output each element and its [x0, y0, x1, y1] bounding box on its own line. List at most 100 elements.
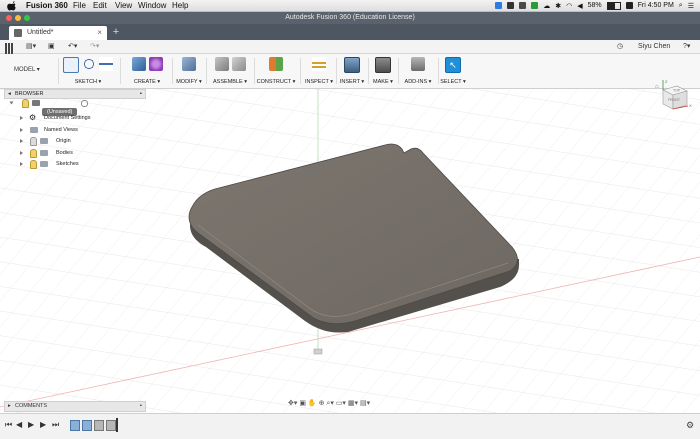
browser-item-sketches[interactable]: Sketches: [4, 159, 144, 169]
3d-print-icon[interactable]: [375, 57, 391, 73]
orbit-icon[interactable]: ✥▾: [288, 400, 297, 407]
browser-root-row[interactable]: (Unsaved): [4, 98, 144, 116]
notification-center-icon[interactable]: ☰: [688, 2, 694, 10]
close-tab-icon[interactable]: ×: [97, 26, 102, 40]
search-icon[interactable]: ⌕: [679, 2, 683, 10]
look-at-icon[interactable]: ▣: [299, 400, 306, 407]
workspace-switcher[interactable]: MODEL ▾: [14, 62, 54, 78]
play-icon[interactable]: ▶: [28, 420, 34, 429]
browser-item-origin[interactable]: Origin: [4, 136, 144, 146]
user-menu[interactable]: Siyu Chen: [638, 41, 670, 52]
document-tab[interactable]: Untitled* ×: [9, 26, 107, 40]
collapse-icon[interactable]: ◂: [8, 90, 11, 98]
grid-settings-icon[interactable]: ▦▾: [348, 400, 358, 407]
offset-plane-icon[interactable]: [269, 57, 283, 71]
timeline-sketch-feature-icon[interactable]: [70, 420, 80, 431]
pin-icon[interactable]: ▪: [140, 402, 142, 411]
data-panel-grid-icon[interactable]: [5, 43, 13, 54]
new-component-icon[interactable]: [214, 57, 229, 71]
expand-root-icon[interactable]: [9, 101, 14, 105]
visibility-bulb-icon[interactable]: [22, 99, 29, 108]
zoom-window-button[interactable]: [24, 15, 30, 21]
browser-item-document-settings[interactable]: ⚙ Document Settings: [4, 113, 144, 123]
menu-view[interactable]: View: [115, 0, 132, 11]
volume-icon[interactable]: ◀: [577, 2, 582, 10]
wifi-icon[interactable]: ◠: [566, 2, 572, 10]
viewports-icon[interactable]: ▤▾: [360, 400, 370, 407]
viewcube[interactable]: FRONT TOP Z X ⌂: [655, 78, 693, 112]
new-tab-button[interactable]: +: [110, 27, 122, 39]
pin-icon[interactable]: ▪: [140, 90, 142, 98]
joint-icon[interactable]: [231, 57, 246, 71]
add-ins-group[interactable]: ADD-INS ▾: [400, 56, 436, 86]
create-sketch-icon[interactable]: [63, 57, 79, 73]
timeline-extrude-feature-icon[interactable]: [82, 420, 92, 431]
app-status-icon[interactable]: [519, 2, 527, 9]
scripts-addins-icon[interactable]: [411, 57, 425, 71]
undo-icon[interactable]: ↶▾: [68, 41, 77, 52]
expand-icon[interactable]: [20, 151, 23, 155]
timeline-settings-gear-icon[interactable]: ⚙: [686, 420, 694, 431]
expand-icon[interactable]: [20, 139, 23, 143]
job-status-icon[interactable]: ◷: [617, 41, 623, 52]
browser-item-named-views[interactable]: Named Views: [4, 125, 144, 135]
measure-icon[interactable]: [312, 57, 326, 71]
press-pull-icon[interactable]: [182, 57, 196, 71]
menu-window[interactable]: Window: [138, 0, 166, 11]
battery-icon[interactable]: [606, 1, 621, 10]
help-icon[interactable]: ?▾: [683, 41, 690, 52]
timeline-marker[interactable]: [116, 418, 118, 432]
box-icon[interactable]: [507, 2, 515, 9]
create-group[interactable]: CREATE ▾: [124, 56, 170, 86]
zoom-window-icon[interactable]: ⌕▾: [326, 400, 333, 407]
bluetooth-icon[interactable]: ✱: [555, 2, 561, 10]
activate-radio-icon[interactable]: [81, 100, 88, 107]
line-icon[interactable]: [99, 57, 113, 71]
select-group[interactable]: ↖ SELECT ▾: [440, 56, 466, 86]
visibility-bulb-icon[interactable]: [30, 137, 37, 146]
go-to-start-icon[interactable]: ⏮: [5, 420, 12, 430]
sketch-group[interactable]: SKETCH ▾: [60, 56, 116, 86]
insert-group[interactable]: INSERT ▾: [338, 56, 366, 86]
close-window-button[interactable]: [6, 15, 12, 21]
skype-icon[interactable]: [495, 2, 503, 9]
menu-help[interactable]: Help: [172, 0, 188, 11]
arc-icon[interactable]: [82, 57, 96, 71]
minimize-window-button[interactable]: [15, 15, 21, 21]
evernote-icon[interactable]: [531, 2, 539, 9]
step-forward-icon[interactable]: ▶: [40, 420, 46, 429]
visibility-bulb-icon[interactable]: [30, 160, 37, 169]
go-to-end-icon[interactable]: ⏭: [52, 420, 59, 430]
save-icon[interactable]: ▣: [48, 41, 55, 52]
visibility-bulb-icon[interactable]: [30, 149, 37, 158]
display-settings-icon[interactable]: ▭▾: [336, 400, 346, 407]
comments-panel[interactable]: ▸ COMMENTS ▪: [4, 401, 146, 412]
cloud-icon[interactable]: ☁: [543, 2, 550, 10]
timeline-chamfer-feature-icon[interactable]: [106, 420, 116, 431]
file-menu-icon[interactable]: ▤▾: [26, 41, 36, 52]
expand-icon[interactable]: [20, 162, 23, 166]
menu-file[interactable]: File: [73, 0, 86, 11]
zoom-icon[interactable]: ⊕: [319, 400, 325, 407]
expand-icon[interactable]: [20, 128, 23, 132]
battery-percent[interactable]: 58%: [588, 2, 602, 9]
assemble-group[interactable]: ASSEMBLE ▾: [208, 56, 252, 86]
sphere-icon[interactable]: [148, 57, 163, 71]
expand-icon[interactable]: [20, 116, 23, 120]
expand-comments-icon[interactable]: ▸: [8, 402, 11, 411]
flag-icon[interactable]: [625, 2, 633, 9]
insert-image-icon[interactable]: [344, 57, 360, 73]
browser-item-bodies[interactable]: Bodies: [4, 148, 144, 158]
timeline-fillet-feature-icon[interactable]: [94, 420, 104, 431]
app-menu[interactable]: Fusion 360: [26, 0, 68, 11]
redo-icon[interactable]: ↷▾: [90, 41, 99, 52]
construct-group[interactable]: CONSTRUCT ▾: [254, 56, 298, 86]
pan-icon[interactable]: ✋: [308, 400, 317, 407]
home-view-icon[interactable]: ⌂: [655, 84, 659, 90]
extrude-icon[interactable]: [131, 57, 146, 71]
select-cursor-icon[interactable]: ↖: [445, 57, 461, 73]
inspect-group[interactable]: INSPECT ▾: [302, 56, 336, 86]
menu-edit[interactable]: Edit: [93, 0, 107, 11]
modify-group[interactable]: MODIFY ▾: [174, 56, 204, 86]
make-group[interactable]: MAKE ▾: [370, 56, 396, 86]
